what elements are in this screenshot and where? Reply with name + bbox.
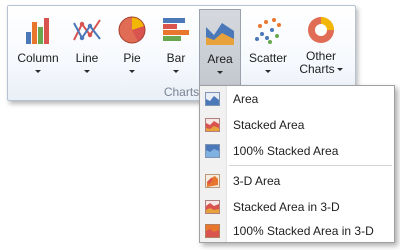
menu-item-stacked-area[interactable]: Stacked Area <box>200 113 394 137</box>
area-chart-icon <box>206 23 234 45</box>
menu-item-100-stacked-area[interactable]: 100% Stacked Area <box>200 139 394 163</box>
line-chart-icon <box>73 19 101 41</box>
menu-item-label: 100% Stacked Area in 3-D <box>233 224 374 238</box>
column-chart-label: Column <box>17 51 59 65</box>
pie-chart-label: Pie <box>123 51 141 65</box>
chevron-down-icon <box>217 71 223 74</box>
stacked-area-3d-icon <box>205 200 220 214</box>
menu-item-3d-area[interactable]: 3-D Area <box>200 169 394 193</box>
menu-item-label: Stacked Area in 3-D <box>233 200 340 214</box>
chevron-down-icon <box>173 70 179 73</box>
scatter-chart-icon <box>255 18 281 44</box>
area-icon <box>205 92 220 106</box>
bar-chart-label: Bar <box>166 51 186 65</box>
menu-item-label: Stacked Area <box>233 118 305 132</box>
scatter-chart-label: Scatter <box>248 51 287 65</box>
full-stacked-area-3d-icon <box>205 224 220 238</box>
pie-chart-icon <box>118 16 146 44</box>
area-chart-dropdown-menu: Area Stacked Area 100% Stacked Area 3-D … <box>199 85 395 243</box>
scatter-chart-button[interactable]: Scatter <box>246 9 290 88</box>
area-chart-label: Area <box>207 52 233 66</box>
menu-separator <box>229 165 392 166</box>
chevron-down-icon <box>84 70 90 73</box>
menu-item-label: 3-D Area <box>233 174 281 188</box>
column-chart-button[interactable]: Column <box>15 9 61 88</box>
menu-item-label: 100% Stacked Area <box>233 144 339 158</box>
bar-chart-icon <box>163 18 189 41</box>
other-charts-icon <box>308 17 334 43</box>
chevron-down-icon <box>265 70 271 73</box>
pie-chart-button[interactable]: Pie <box>112 9 152 88</box>
chevron-down-icon <box>336 68 343 72</box>
bar-chart-button[interactable]: Bar <box>156 9 196 88</box>
line-chart-label: Line <box>75 51 99 65</box>
menu-item-100-stacked-area-3d[interactable]: 100% Stacked Area in 3-D <box>200 219 394 243</box>
other-charts-label: Other Charts <box>299 50 343 76</box>
other-charts-label-line2: Charts <box>299 62 335 76</box>
other-charts-label-line2-wrap: Charts <box>299 62 343 76</box>
full-stacked-area-icon <box>205 144 220 158</box>
menu-item-area[interactable]: Area <box>200 87 394 111</box>
area-chart-button[interactable]: Area <box>199 9 241 88</box>
line-chart-button[interactable]: Line <box>67 9 107 88</box>
other-charts-button[interactable]: Other Charts <box>295 9 347 88</box>
area-3d-icon <box>205 174 220 188</box>
menu-item-stacked-area-3d[interactable]: Stacked Area in 3-D <box>200 195 394 219</box>
chevron-down-icon <box>129 70 135 73</box>
stacked-area-icon <box>205 118 220 132</box>
chevron-down-icon <box>35 70 41 73</box>
menu-item-label: Area <box>233 92 259 106</box>
column-chart-icon <box>26 18 49 44</box>
